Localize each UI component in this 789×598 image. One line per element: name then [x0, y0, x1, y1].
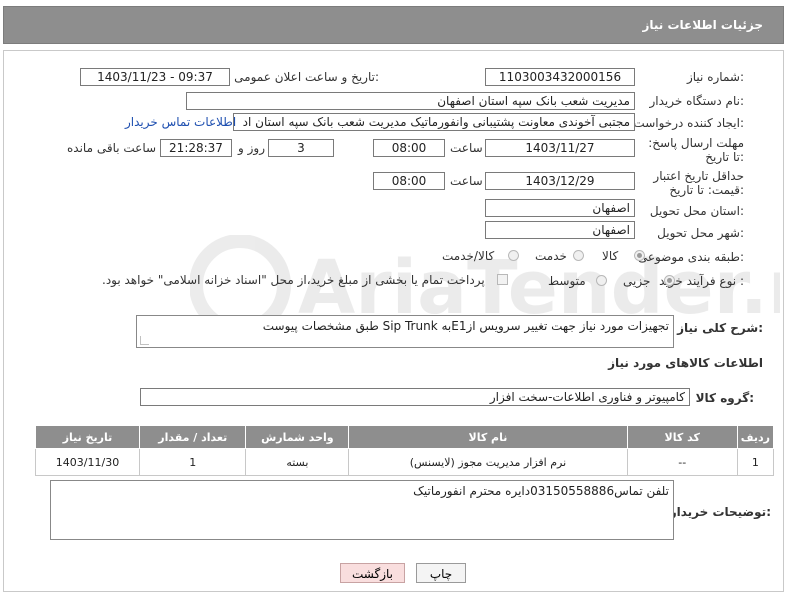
- category-service-label: خدمت: [535, 249, 567, 263]
- purchase-medium-label: متوسط: [548, 274, 586, 288]
- buyer-notes-label: توضیحات خریدار:: [669, 505, 771, 519]
- cell-unit: بسته: [245, 448, 350, 476]
- requester-field: مجتبی آخوندی معاونت پشتیبانی وانفورماتیک…: [233, 113, 635, 131]
- print-button[interactable]: چاپ: [416, 563, 466, 583]
- goods-group-label: گروه کالا:: [695, 391, 754, 405]
- purchase-minor-radio[interactable]: [664, 275, 675, 286]
- back-button[interactable]: بازگشت: [340, 563, 405, 583]
- remaining-label: ساعت باقی مانده: [67, 141, 157, 155]
- reply-time-field: 08:00: [373, 139, 445, 157]
- goods-group-field: کامپیوتر و فناوری اطلاعات-سخت افزار: [140, 388, 690, 406]
- announce-datetime-label: تاریخ و ساعت اعلان عمومی:: [234, 70, 379, 84]
- col-goods-code: کد کالا: [626, 425, 738, 449]
- validity-date-field: 1403/12/29: [485, 172, 635, 190]
- purchase-medium-radio[interactable]: [596, 275, 607, 286]
- category-goods-label: کالا: [602, 249, 619, 263]
- panel-header: جزئیات اطلاعات نیاز: [3, 6, 784, 44]
- category-goods-service-radio[interactable]: [508, 250, 519, 261]
- reply-date-field: 1403/11/27: [485, 139, 635, 157]
- need-number-field: 1103003432000156: [485, 68, 635, 86]
- col-quantity: تعداد / مقدار: [138, 425, 247, 449]
- buyer-org-field: مدیریت شعب بانک سپه استان اصفهان: [186, 92, 635, 110]
- purchase-minor-label: جزیی: [623, 274, 651, 288]
- reply-deadline-label: مهلت ارسال پاسخ: تا تاریخ:: [648, 136, 744, 164]
- description-textarea[interactable]: تجهیزات مورد نیاز جهت تغییر سرویس ازE1به…: [136, 315, 674, 348]
- buyer-contact-link[interactable]: اطلاعات تماس خریدار: [125, 115, 236, 129]
- items-table-header: ردیف کد کالا نام کالا واحد شمارش تعداد /…: [35, 425, 775, 449]
- col-row-number: ردیف: [736, 425, 775, 449]
- delivery-province-label: استان محل تحویل:: [649, 204, 744, 218]
- buyer-notes-text: تلفن تماس03150558886دایره محترم انفورمات…: [413, 484, 669, 498]
- category-label: طبقه بندی موضوعی:: [637, 250, 744, 264]
- cell-goods-code: --: [626, 448, 738, 476]
- delivery-city-label: شهر محل تحویل:: [657, 226, 744, 240]
- description-label: شرح کلی نیاز:: [677, 321, 763, 335]
- price-validity-label: حداقل تاریخ اعتبار قیمت: تا تاریخ:: [653, 169, 744, 197]
- province-field: اصفهان: [485, 199, 635, 217]
- category-goods-radio[interactable]: [634, 250, 645, 261]
- buyer-org-label: نام دستگاه خریدار:: [649, 94, 745, 108]
- page: جزئیات اطلاعات نیاز AriaTender.net شماره…: [0, 0, 789, 598]
- table-row: 1 -- نرم افزار مدیریت مجوز (لایسنس) بسته…: [35, 448, 775, 476]
- col-need-date: تاریخ نیاز: [35, 425, 140, 449]
- cell-need-date: 1403/11/30: [35, 448, 140, 476]
- goods-info-heading: اطلاعات کالاهای مورد نیاز: [608, 356, 763, 370]
- reply-time-label: ساعت: [450, 141, 483, 155]
- announce-datetime-field: 1403/11/23 - 09:37: [80, 68, 230, 86]
- payment-note: پرداخت تمام یا بخشی از مبلغ خرید،از محل …: [102, 273, 485, 287]
- validity-time-field: 08:00: [373, 172, 445, 190]
- validity-time-label: ساعت: [450, 174, 483, 188]
- day-and-label: روز و: [238, 141, 265, 155]
- reply-remaining-field: 21:28:37: [160, 139, 232, 157]
- col-unit: واحد شمارش: [245, 425, 350, 449]
- cell-goods-name: نرم افزار مدیریت مجوز (لایسنس): [348, 448, 628, 476]
- payment-treasury-checkbox[interactable]: [497, 274, 508, 285]
- cell-quantity: 1: [138, 448, 247, 476]
- col-goods-name: نام کالا: [348, 425, 628, 449]
- panel-title: جزئیات اطلاعات نیاز: [642, 18, 763, 32]
- cell-row-number: 1: [736, 448, 775, 476]
- city-field: اصفهان: [485, 221, 635, 239]
- resize-grip-icon: [140, 336, 149, 345]
- requester-label: ایجاد کننده درخواست:: [633, 116, 744, 130]
- reply-days-field: 3: [268, 139, 334, 157]
- items-table: ردیف کد کالا نام کالا واحد شمارش تعداد /…: [35, 425, 775, 476]
- category-goods-service-label: کالا/خدمت: [442, 249, 495, 263]
- buyer-notes-textarea[interactable]: تلفن تماس03150558886دایره محترم انفورمات…: [50, 480, 674, 540]
- description-text: تجهیزات مورد نیاز جهت تغییر سرویس ازE1به…: [262, 319, 669, 333]
- need-number-label: شماره نیاز:: [686, 70, 744, 84]
- category-service-radio[interactable]: [573, 250, 584, 261]
